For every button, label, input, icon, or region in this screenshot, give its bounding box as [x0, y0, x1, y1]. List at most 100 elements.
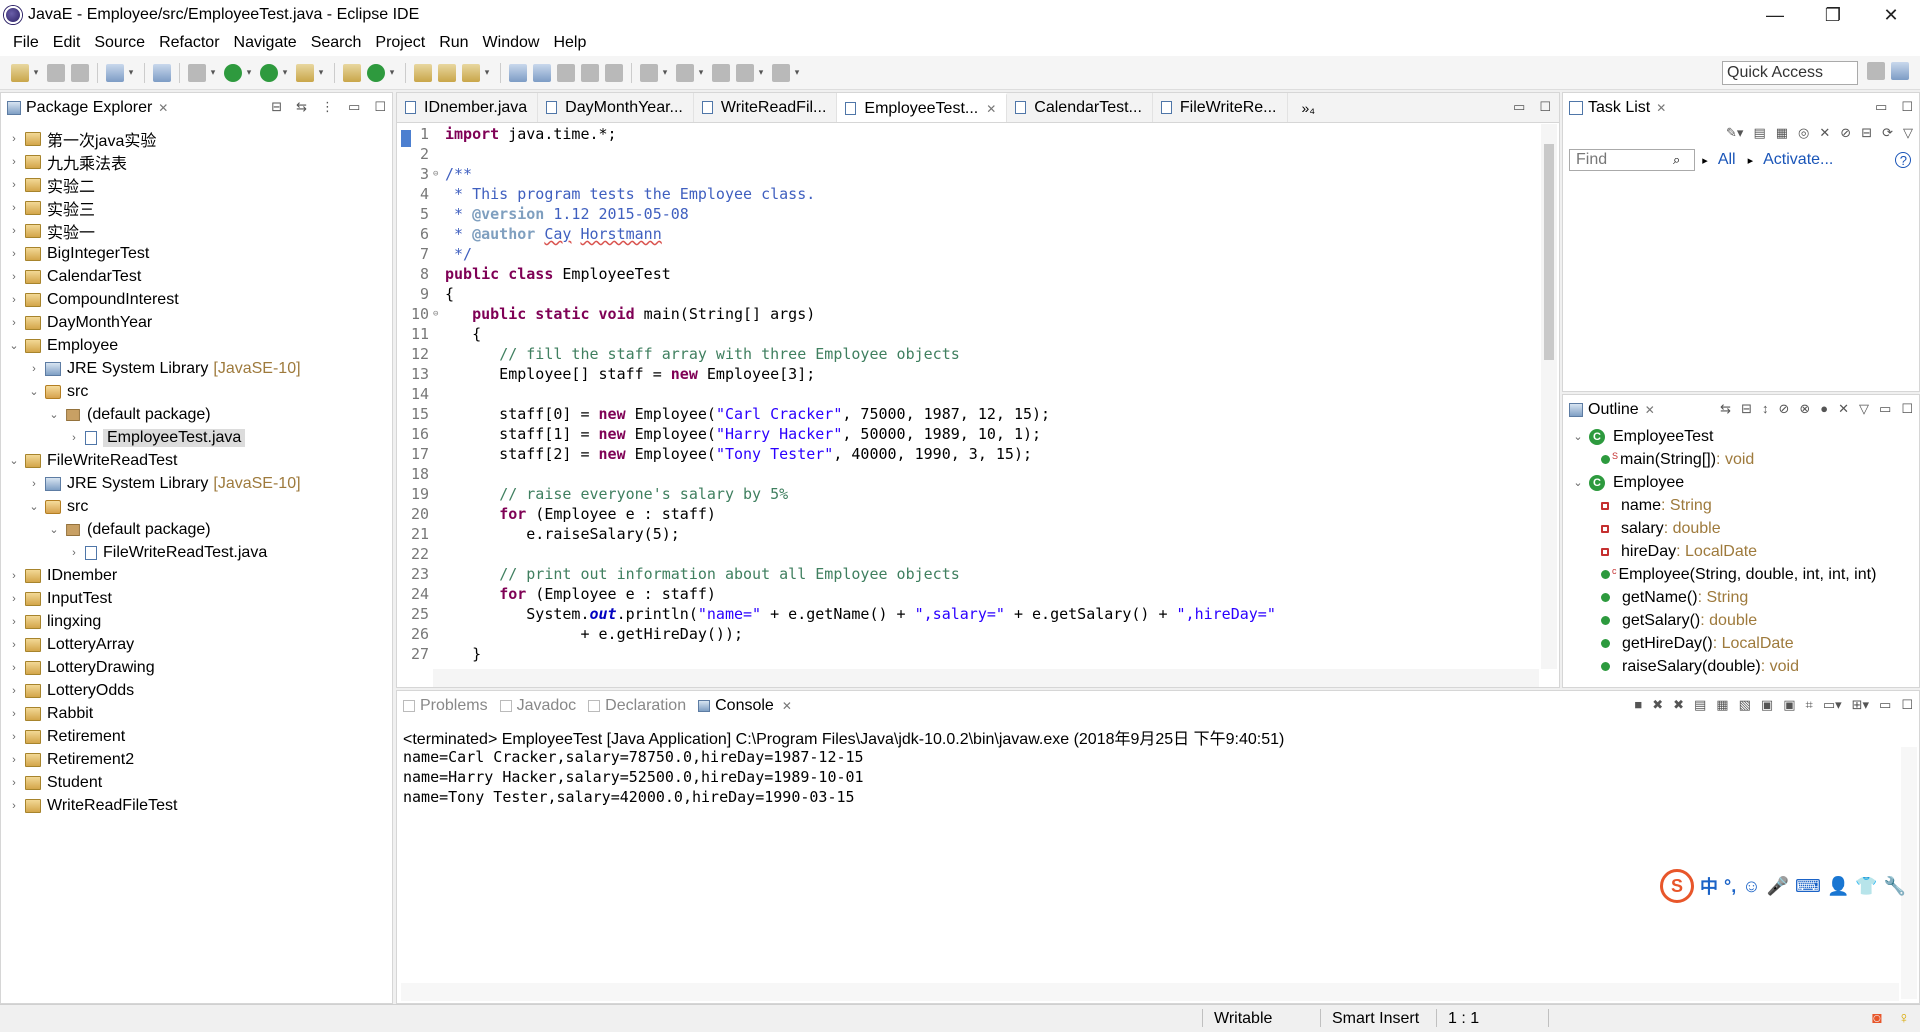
minimize-icon[interactable]: ▭: [1879, 401, 1891, 417]
chevron-right-icon[interactable]: ›: [7, 133, 21, 145]
chevron-down-icon[interactable]: ▾: [317, 64, 325, 82]
tree-item[interactable]: › WriteReadFileTest: [1, 794, 392, 817]
console-horizontal-scrollbar[interactable]: [401, 983, 1899, 1001]
all-link[interactable]: All: [1718, 151, 1736, 169]
outline-item[interactable]: getName() : String: [1571, 586, 1876, 609]
editor-tab[interactable]: IDnember.java: [397, 93, 539, 122]
ime-punctuation-toggle[interactable]: °,: [1724, 876, 1736, 897]
chevron-right-icon[interactable]: ›: [67, 547, 81, 559]
fold-toggle[interactable]: [433, 524, 443, 544]
tree-item[interactable]: › InputTest: [1, 587, 392, 610]
chevron-down-icon[interactable]: ⌄: [27, 500, 41, 513]
collapse-all-icon[interactable]: ⊟: [271, 99, 282, 115]
task-list-tab[interactable]: Task List ✕: [1563, 93, 1666, 123]
menu-file[interactable]: File: [6, 34, 46, 52]
java-perspective-icon[interactable]: [1891, 62, 1909, 80]
previous-annotation-icon[interactable]: [676, 63, 694, 82]
fold-toggle[interactable]: [433, 484, 443, 504]
chevron-down-icon[interactable]: ▾: [757, 64, 765, 82]
menu-help[interactable]: Help: [546, 34, 593, 52]
outline-item[interactable]: name : String: [1571, 494, 1876, 517]
menu-edit[interactable]: Edit: [46, 34, 88, 52]
tree-item[interactable]: › Retirement: [1, 725, 392, 748]
open-perspective-icon[interactable]: [1867, 62, 1885, 80]
new-java-project-icon[interactable]: [343, 63, 361, 82]
chevron-down-icon[interactable]: ⌄: [1571, 476, 1585, 489]
pilcrow-icon[interactable]: [605, 63, 623, 82]
tree-item[interactable]: ⌄ src: [1, 495, 392, 518]
fold-toggle[interactable]: [433, 544, 443, 564]
chevron-right-icon[interactable]: ›: [67, 432, 81, 444]
bottom-tab[interactable]: Javadoc: [494, 697, 583, 715]
fold-toggle[interactable]: [433, 204, 443, 224]
chevron-right-icon[interactable]: ›: [7, 593, 21, 605]
outline-item[interactable]: getHireDay() : LocalDate: [1571, 632, 1876, 655]
tree-item[interactable]: › CompoundInterest: [1, 288, 392, 311]
fold-toggle[interactable]: [433, 504, 443, 524]
chevron-right-icon[interactable]: ›: [27, 363, 41, 375]
outline-tab[interactable]: Outline ✕: [1563, 395, 1655, 425]
clear-console-icon[interactable]: ▤: [1694, 697, 1706, 713]
maximize-icon[interactable]: ☐: [1901, 697, 1913, 713]
activate-link[interactable]: Activate...: [1763, 151, 1833, 169]
chevron-down-icon[interactable]: ⌄: [47, 523, 61, 536]
chevron-down-icon[interactable]: ▾: [127, 64, 135, 82]
tree-item[interactable]: › LotteryArray: [1, 633, 392, 656]
chevron-right-icon[interactable]: ›: [7, 225, 21, 237]
minimize-icon[interactable]: ▭: [1875, 99, 1887, 115]
tree-item[interactable]: › 实验一: [1, 219, 392, 242]
chevron-right-icon[interactable]: ›: [7, 662, 21, 674]
package-explorer-tab[interactable]: Package Explorer ✕: [1, 93, 168, 123]
chevron-right-icon[interactable]: ›: [7, 754, 21, 766]
fold-toggle[interactable]: ⊖: [433, 304, 443, 324]
hide-local-icon[interactable]: ✕: [1838, 401, 1849, 417]
remove-all-icon[interactable]: ✖: [1673, 697, 1684, 713]
scroll-lock-icon[interactable]: ▦: [1716, 697, 1728, 713]
chevron-right-icon[interactable]: ›: [7, 777, 21, 789]
minimize-icon[interactable]: ▭: [1513, 99, 1525, 115]
chevron-right-icon[interactable]: ›: [7, 731, 21, 743]
microphone-icon[interactable]: 🎤: [1767, 876, 1789, 897]
chevron-right-icon[interactable]: ›: [7, 271, 21, 283]
chevron-down-icon[interactable]: ▾: [697, 64, 705, 82]
outline-item[interactable]: ⌄ C EmployeeTest: [1571, 425, 1876, 448]
fold-toggle[interactable]: [433, 264, 443, 284]
new-class-icon[interactable]: [367, 63, 385, 82]
tree-item[interactable]: › LotteryDrawing: [1, 656, 392, 679]
maximize-icon[interactable]: ☐: [1901, 401, 1913, 417]
chevron-right-icon[interactable]: ›: [7, 317, 21, 329]
view-menu-icon[interactable]: ⋮: [321, 99, 334, 115]
chevron-right-icon[interactable]: ›: [7, 800, 21, 812]
collapse-all-icon[interactable]: ⊟: [1741, 401, 1752, 417]
tree-item[interactable]: › EmployeeTest.java: [1, 426, 392, 449]
close-icon[interactable]: ✕: [1656, 101, 1666, 115]
new-task-icon[interactable]: ✎▾: [1726, 125, 1743, 141]
chevron-right-icon[interactable]: ›: [7, 639, 21, 651]
forward-arrow-icon[interactable]: [772, 63, 790, 82]
run-icon[interactable]: [224, 63, 242, 82]
chevron-down-icon[interactable]: ⌄: [1571, 430, 1585, 443]
maximize-icon[interactable]: ☐: [374, 99, 386, 115]
outline-item[interactable]: c Employee(String, double, int, int, int): [1571, 563, 1876, 586]
hide-nonpublic-icon[interactable]: ●: [1820, 401, 1828, 417]
editor-tab[interactable]: FileWriteRe...: [1153, 93, 1288, 122]
view-menu-icon[interactable]: ▽: [1903, 125, 1913, 141]
editor-body[interactable]: 1 import java.time.*; 2 3 ⊖/** 4 * This progr…: [397, 124, 1559, 669]
tree-item[interactable]: › Student: [1, 771, 392, 794]
menu-project[interactable]: Project: [368, 34, 432, 52]
tree-item[interactable]: › LotteryOdds: [1, 679, 392, 702]
toggle-block-selection-icon[interactable]: [557, 63, 575, 82]
tree-item[interactable]: › 实验二: [1, 173, 392, 196]
show-on-error-icon[interactable]: ▣: [1783, 697, 1795, 713]
chevron-down-icon[interactable]: ▾: [281, 64, 289, 82]
coverage-icon[interactable]: [260, 63, 278, 82]
chevron-down-icon[interactable]: ⌄: [47, 408, 61, 421]
chevron-down-icon[interactable]: ▾: [793, 64, 801, 82]
tree-item[interactable]: › FileWriteReadTest.java: [1, 541, 392, 564]
remove-launch-icon[interactable]: ✖: [1652, 697, 1663, 713]
chevron-right-icon[interactable]: ›: [7, 708, 21, 720]
chevron-right-icon[interactable]: ›: [7, 294, 21, 306]
scroll-thumb[interactable]: [1544, 144, 1554, 360]
open-console-icon[interactable]: ⊞▾: [1852, 697, 1869, 713]
chevron-right-icon[interactable]: ›: [7, 570, 21, 582]
